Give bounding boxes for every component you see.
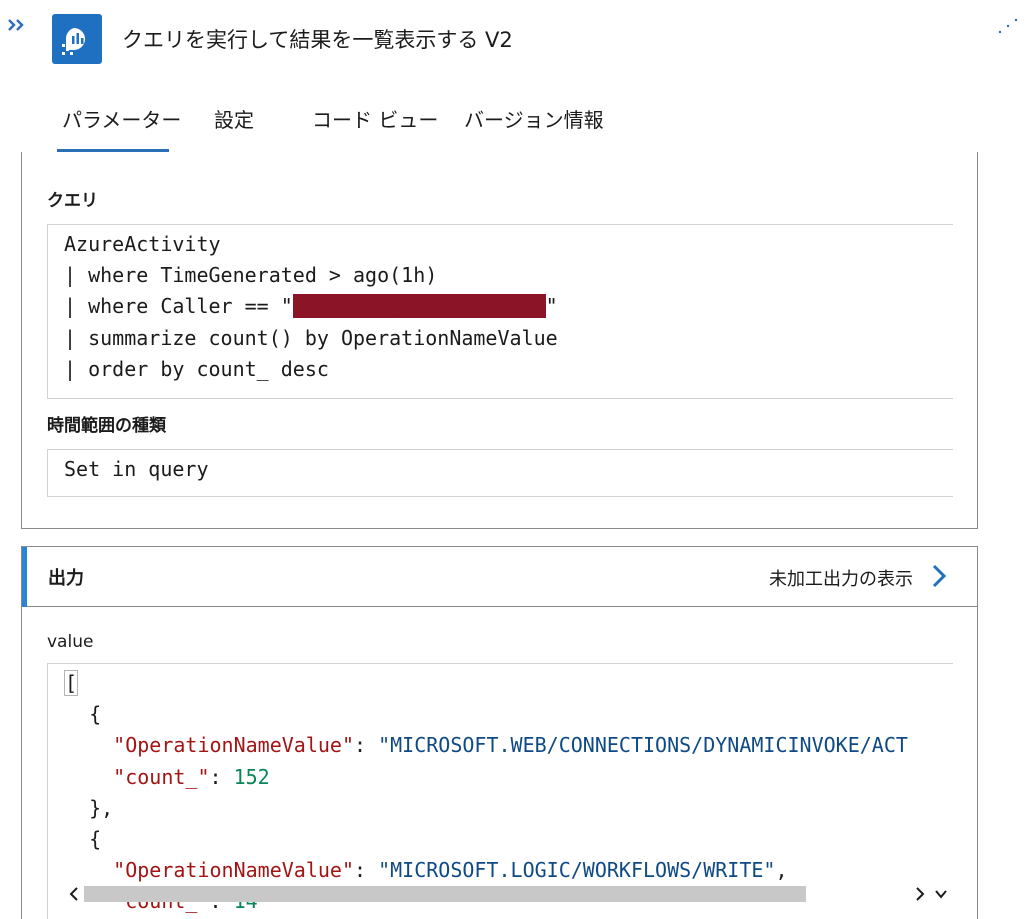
- show-raw-output-link[interactable]: 未加工出力の表示: [769, 565, 913, 591]
- json-key: "OperationNameValue": [113, 858, 354, 883]
- json-colon: :: [354, 733, 379, 758]
- ellipsis-icon: [998, 18, 1018, 34]
- chevron-right-icon[interactable]: [928, 561, 950, 591]
- json-string: "MICROSOFT.WEB/CONNECTIONS/DYNAMICINVOKE…: [378, 733, 908, 758]
- horizontal-scrollbar[interactable]: [48, 885, 953, 919]
- json-output-viewer[interactable]: [ { "OperationNameValue": "MICROSOFT.WEB…: [47, 663, 953, 919]
- value-label: value: [47, 632, 94, 652]
- query-line: AzureActivity: [64, 232, 221, 256]
- json-code: [ { "OperationNameValue": "MICROSOFT.WEB…: [63, 668, 908, 918]
- json-comma: ,: [775, 858, 788, 883]
- tab-about[interactable]: バージョン情報: [464, 104, 604, 133]
- query-line: | summarize count() by OperationNameValu…: [64, 325, 558, 350]
- query-label: クエリ: [47, 191, 98, 211]
- output-accent-bar: [22, 547, 27, 607]
- query-line: | order by count_ desc: [64, 356, 329, 381]
- double-chevron-right-icon: [8, 19, 24, 31]
- json-string: "MICROSOFT.LOGIC/WORKFLOWS/WRITE": [378, 858, 776, 883]
- query-line: | where TimeGenerated > ago(1h): [64, 263, 438, 288]
- json-brace: {: [89, 827, 102, 852]
- action-title: クエリを実行して結果を一覧表示する V2: [122, 28, 513, 52]
- output-title: 出力: [48, 568, 84, 589]
- tab-code-view[interactable]: コード ビュー: [312, 104, 438, 133]
- json-key: "OperationNameValue": [113, 733, 354, 758]
- azure-monitor-logs-icon: [52, 14, 102, 64]
- scroll-right-icon[interactable]: [911, 885, 929, 903]
- more-options-button[interactable]: [996, 12, 1022, 38]
- scroll-down-icon[interactable]: [932, 885, 950, 903]
- time-range-field[interactable]: Set in query: [47, 449, 953, 497]
- query-code: AzureActivity | where TimeGenerated > ag…: [64, 229, 558, 385]
- parameters-panel: クエリ AzureActivity | where TimeGenerated …: [21, 149, 978, 529]
- tab-parameters[interactable]: パラメーター: [62, 104, 181, 133]
- redacted-caller: h.......@.........net: [292, 294, 546, 319]
- scroll-left-icon[interactable]: [65, 885, 83, 903]
- json-colon: :: [209, 764, 234, 789]
- output-panel: 出力 未加工出力の表示 value [ { "OperationNameValu…: [21, 546, 978, 919]
- json-number: 152: [233, 764, 270, 789]
- output-header: 出力 未加工出力の表示: [22, 547, 977, 607]
- json-key: "count_": [113, 764, 210, 789]
- json-open-bracket: [: [63, 670, 79, 696]
- json-colon: :: [354, 858, 379, 883]
- json-brace: {: [89, 702, 102, 727]
- query-line: | where Caller == ": [64, 294, 293, 319]
- field-underline: [57, 149, 169, 152]
- expand-panel-button[interactable]: [6, 14, 28, 36]
- tab-settings[interactable]: 設定: [214, 104, 254, 133]
- query-line-end: ": [545, 294, 558, 319]
- json-brace: },: [89, 795, 114, 820]
- time-range-value: Set in query: [64, 457, 209, 481]
- horizontal-scroll-thumb[interactable]: [84, 886, 806, 902]
- query-editor[interactable]: AzureActivity | where TimeGenerated > ag…: [47, 224, 953, 399]
- time-range-label: 時間範囲の種類: [47, 416, 166, 436]
